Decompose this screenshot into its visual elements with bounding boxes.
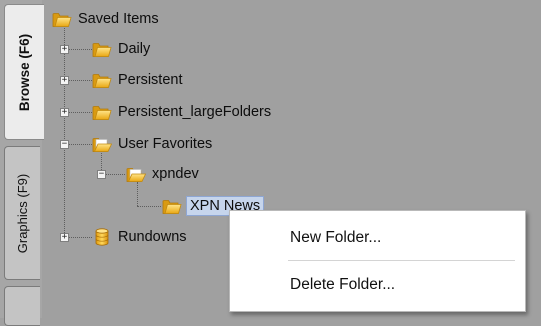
- tree-node-saved-items[interactable]: Saved Items: [52, 7, 159, 31]
- folder-open-icon: [92, 135, 112, 153]
- new-folder-menu-item[interactable]: New Folder...: [230, 221, 525, 255]
- tab-browse[interactable]: Browse (F6): [4, 4, 44, 140]
- side-tab-strip: Browse (F6) Graphics (F9): [0, 0, 44, 326]
- tree-node-daily[interactable]: Daily: [92, 37, 150, 61]
- expand-daily-button[interactable]: +: [60, 45, 69, 54]
- tree-node-label: User Favorites: [118, 136, 213, 152]
- tree-node-label: Persistent: [118, 72, 183, 88]
- tab-graphics-label: Graphics (F9): [15, 173, 30, 253]
- expand-persistent-button[interactable]: +: [60, 76, 69, 85]
- tab-third[interactable]: [4, 286, 40, 326]
- tree-node-label: Persistent_largeFolders: [118, 104, 272, 120]
- menu-separator: [288, 260, 515, 261]
- tree-connector: [64, 24, 65, 237]
- tree-node-label: Saved Items: [78, 11, 159, 27]
- tree-node-label: Rundowns: [118, 229, 187, 245]
- tree-node-persistent[interactable]: Persistent: [92, 68, 182, 92]
- tab-browse-label: Browse (F6): [17, 33, 33, 111]
- database-icon: [92, 227, 112, 247]
- delete-folder-menu-item[interactable]: Delete Folder...: [230, 268, 525, 302]
- tree-node-label: Daily: [118, 41, 151, 57]
- collapse-user-favorites-button[interactable]: −: [60, 140, 69, 149]
- tree-node-persistent-large-folders[interactable]: Persistent_largeFolders: [92, 100, 271, 124]
- folder-icon: [162, 197, 182, 215]
- tree-node-label: xpndev: [152, 166, 199, 182]
- context-menu: New Folder... Delete Folder...: [229, 210, 526, 312]
- tree-connector: [137, 206, 161, 207]
- collapse-xpndev-button[interactable]: −: [97, 170, 106, 179]
- expand-rundowns-button[interactable]: +: [60, 233, 69, 242]
- folder-icon: [92, 40, 112, 58]
- folder-icon: [92, 103, 112, 121]
- tab-graphics[interactable]: Graphics (F9): [4, 146, 40, 280]
- folder-open-icon: [126, 165, 146, 183]
- folder-icon: [92, 71, 112, 89]
- tree-node-xpndev[interactable]: xpndev: [126, 162, 199, 186]
- expand-persistent-large-button[interactable]: +: [60, 108, 69, 117]
- folder-icon: [52, 10, 72, 28]
- tree-node-rundowns[interactable]: Rundowns: [92, 225, 187, 249]
- tree-node-user-favorites[interactable]: User Favorites: [92, 132, 212, 156]
